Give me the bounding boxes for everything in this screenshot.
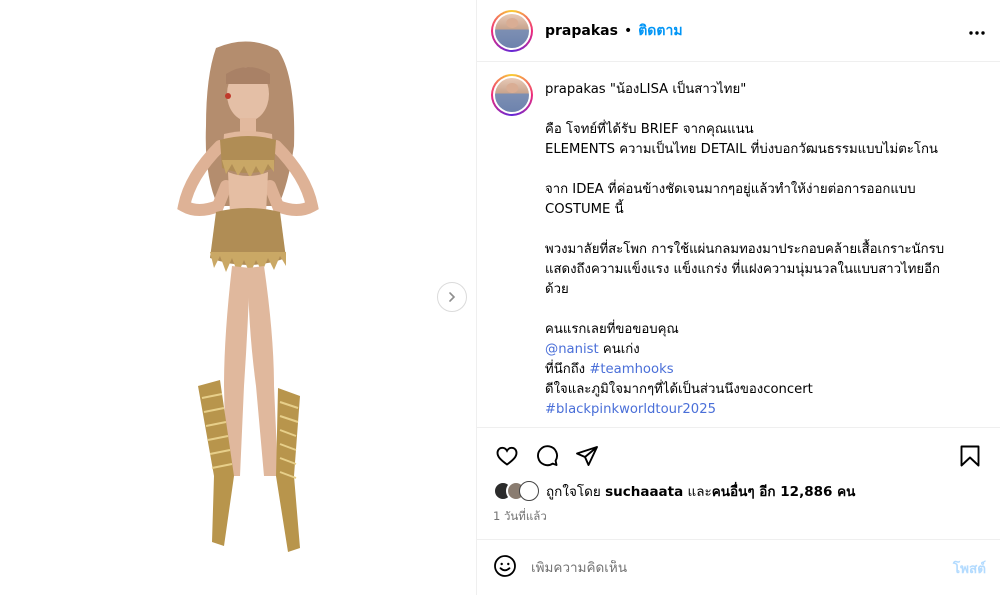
bookmark-icon <box>960 445 980 467</box>
more-horizontal-icon <box>969 31 985 35</box>
avatar <box>519 481 539 501</box>
likes-text: ถูกใจโดย suchaaata และคนอื่นๆ อีก 12,886… <box>546 484 856 500</box>
more-options-button[interactable] <box>968 20 986 41</box>
caption-line: แสดงถึงความแข็งแรง แข็งแกร่ง ที่แฝงความน… <box>545 262 941 277</box>
chevron-right-icon <box>449 292 456 302</box>
caption-line: คนแรกเลยที่ขอขอบคุณ <box>545 322 679 337</box>
comment-button[interactable] <box>527 436 567 476</box>
emoji-button[interactable] <box>493 554 517 582</box>
caption-username[interactable]: prapakas <box>545 82 606 97</box>
follow-button[interactable]: ติดตาม <box>638 20 682 42</box>
caption-line <box>545 300 944 320</box>
caption-line: พวงมาลัยที่สะโพก การใช้แผ่นกลมทองมาประกอ… <box>545 242 945 257</box>
caption-line: ด้วย <box>545 282 569 297</box>
caption-line: COSTUME นี้ <box>545 202 624 217</box>
save-button[interactable] <box>950 436 990 476</box>
caption-line: จาก IDEA ที่ค่อนข้างชัดเจนมากๆอยู่แล้วทำ… <box>545 182 916 197</box>
caption-line: คือ โจทย์ที่ได้รับ BRIEF จากคุณแนน <box>545 122 754 137</box>
comment-input[interactable] <box>531 559 953 576</box>
like-button[interactable] <box>487 436 527 476</box>
share-icon <box>576 446 598 466</box>
liker-username[interactable]: suchaaata <box>605 484 683 500</box>
share-button[interactable] <box>567 436 607 476</box>
post-actions: ถูกใจโดย suchaaata และคนอื่นๆ อีก 12,886… <box>477 427 1000 539</box>
liker-avatars <box>493 481 539 501</box>
mention-link[interactable]: @nanist <box>545 342 599 357</box>
avatar-image <box>495 13 529 48</box>
post-media[interactable] <box>0 0 477 595</box>
heart-icon <box>496 446 518 466</box>
caption-title: "น้องLISA เป็นสาวไทย" <box>609 82 747 97</box>
post-comment-button[interactable]: โพสต์ <box>953 557 986 579</box>
post-panel: prapakas • ติดตาม prapakas "น้องLISA เป็… <box>477 0 1000 595</box>
separator-dot: • <box>623 22 633 39</box>
author-username[interactable]: prapakas <box>545 23 618 39</box>
hook-prefix: ที่นึกถึง <box>545 362 590 377</box>
likes-others-link[interactable]: คนอื่นๆ อีก 12,886 คน <box>712 484 856 500</box>
hashtag-link[interactable]: #teamhooks <box>589 362 673 377</box>
caption: prapakas "น้องLISA เป็นสาวไทย" คือ โจทย์… <box>491 74 986 420</box>
likes-row[interactable]: ถูกใจโดย suchaaata และคนอื่นๆ อีก 12,886… <box>487 480 990 502</box>
caption-line <box>545 160 944 180</box>
comment-icon <box>537 445 558 467</box>
post-timestamp[interactable]: 1 วันที่แล้ว <box>487 508 990 526</box>
mention-suffix: คนเก่ง <box>598 342 640 357</box>
next-image-button[interactable] <box>437 282 467 312</box>
emoji-icon <box>494 554 516 577</box>
caption-avatar[interactable] <box>491 74 533 116</box>
comments-section[interactable]: prapakas "น้องLISA เป็นสาวไทย" คือ โจทย์… <box>477 62 1000 427</box>
caption-line: ดีใจและภูมิใจมากๆที่ได้เป็นส่วนนึงของcon… <box>545 382 813 397</box>
hashtag-link[interactable]: #blackpinkworldtour2025 <box>545 402 716 417</box>
caption-text: prapakas "น้องLISA เป็นสาวไทย" คือ โจทย์… <box>545 74 944 420</box>
avatar[interactable] <box>491 9 533 52</box>
caption-line <box>545 220 944 240</box>
comment-bar: โพสต์ <box>477 539 1000 595</box>
post-dialog: prapakas • ติดตาม prapakas "น้องLISA เป็… <box>0 0 1000 595</box>
caption-line: ELEMENTS ความเป็นไทย DETAIL ที่บ่งบอกวัฒ… <box>545 142 938 157</box>
post-header: prapakas • ติดตาม <box>477 0 1000 62</box>
costume-illustration <box>177 41 319 552</box>
